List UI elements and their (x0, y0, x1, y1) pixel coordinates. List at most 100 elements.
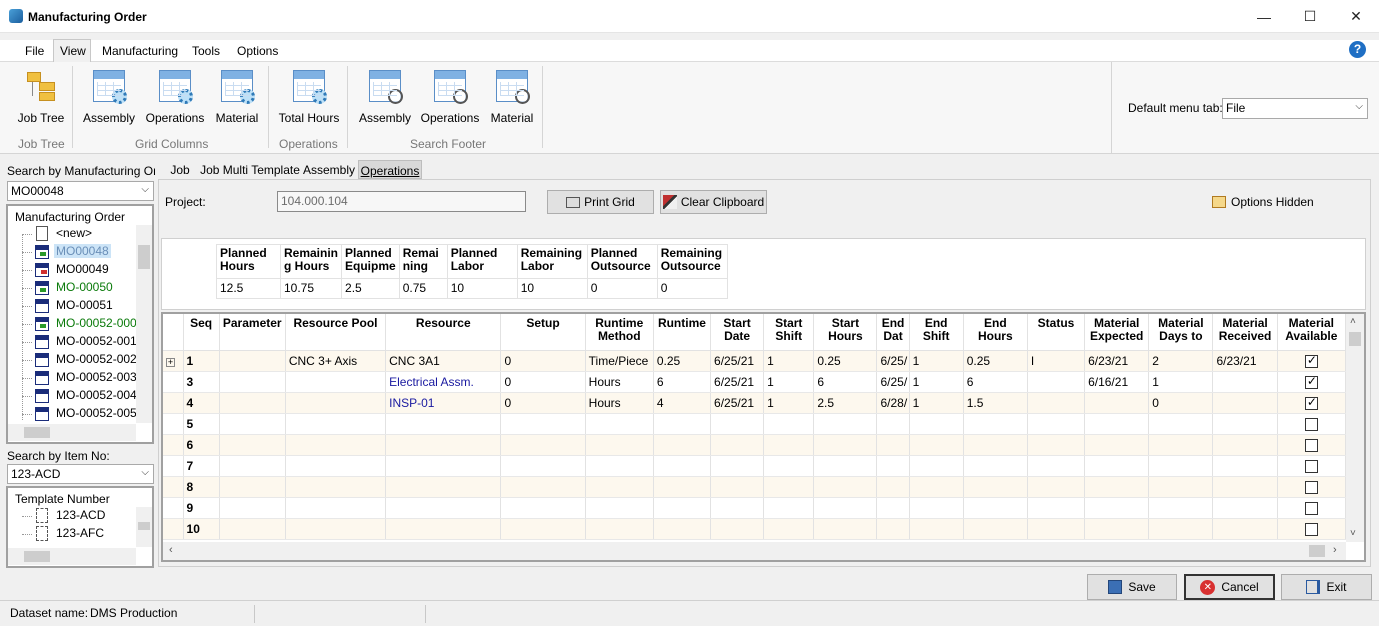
grid-cell-end-date[interactable] (876, 413, 910, 435)
grid-assembly-button[interactable]: Assembly (82, 70, 136, 125)
material-available-checkbox[interactable] (1304, 374, 1318, 389)
table-row[interactable]: 10 (163, 518, 1347, 540)
mo-tree-item[interactable]: MO-00052-003 (54, 370, 139, 384)
grid-cell-runtime[interactable] (653, 413, 712, 435)
grid-cell-start-date[interactable] (710, 497, 765, 519)
grid-cell-setup[interactable] (500, 518, 586, 540)
grid-cell-mat-received[interactable] (1212, 518, 1278, 540)
grid-cell-method[interactable] (585, 497, 654, 519)
material-available-checkbox[interactable] (1304, 395, 1318, 410)
grid-cell-method[interactable] (585, 518, 654, 540)
grid-cell-start-hours[interactable] (813, 476, 878, 498)
table-row[interactable]: 6 (163, 434, 1347, 456)
mo-tree-item[interactable]: MO-00052-002 (54, 352, 139, 366)
row-expander[interactable]: + (163, 350, 184, 372)
mo-tree-item[interactable]: MO-00052-005 (54, 406, 139, 420)
grid-cell-end-hours[interactable] (963, 413, 1028, 435)
grid-cell-setup[interactable] (500, 434, 586, 456)
grid-cell-pool[interactable] (285, 434, 387, 456)
table-row[interactable]: 8 (163, 476, 1347, 498)
tab-assembly[interactable]: Assembly (302, 160, 356, 179)
grid-cell-mat-received[interactable] (1212, 434, 1278, 456)
grid-cell-mat-received[interactable] (1212, 371, 1278, 393)
project-field[interactable]: 104.000.104 (277, 191, 526, 212)
grid-cell-start-shift[interactable] (763, 413, 815, 435)
grid-cell-mat-days[interactable] (1148, 455, 1214, 477)
grid-cell-end-shift[interactable]: 1 (909, 371, 964, 393)
menu-view[interactable]: View (53, 39, 91, 62)
grid-cell-resource[interactable]: INSP-01 (385, 392, 502, 414)
job-tree-button[interactable]: Job Tree (14, 70, 68, 125)
grid-cell-start-date[interactable] (710, 476, 765, 498)
footer-material-button[interactable]: Material (487, 70, 537, 125)
grid-column-header[interactable]: Runtime Method (585, 314, 654, 351)
footer-assembly-button[interactable]: Assembly (358, 70, 412, 125)
mo-tree-item[interactable]: <new> (54, 226, 94, 240)
grid-cell-mat-expected[interactable] (1084, 392, 1150, 414)
grid-cell-end-date[interactable]: 6/25/ (876, 350, 910, 372)
grid-cell-runtime[interactable]: 6 (653, 371, 712, 393)
grid-cell-setup[interactable] (500, 413, 586, 435)
scroll-thumb[interactable] (1349, 332, 1361, 346)
grid-cell-end-hours[interactable] (963, 434, 1028, 456)
grid-cell-pool[interactable] (285, 497, 387, 519)
grid-cell-resource[interactable] (385, 518, 502, 540)
grid-column-header[interactable]: Resource (385, 314, 502, 351)
grid-column-header[interactable]: End Hours (963, 314, 1028, 351)
grid-cell-runtime[interactable] (653, 518, 712, 540)
grid-cell-parameter[interactable] (219, 392, 286, 414)
grid-cell-pool[interactable] (285, 518, 387, 540)
grid-cell-pool[interactable] (285, 371, 387, 393)
grid-cell-resource[interactable] (385, 476, 502, 498)
grid-cell-end-date[interactable] (876, 434, 910, 456)
grid-cell-end-shift[interactable] (909, 476, 964, 498)
grid-column-header[interactable]: Status (1027, 314, 1086, 351)
menu-manufacturing[interactable]: Manufacturing (102, 44, 178, 58)
mo-tree-item[interactable]: MO-00051 (54, 298, 115, 312)
grid-cell-end-hours[interactable]: 1.5 (963, 392, 1028, 414)
chevron-left-icon[interactable]: ‹ (169, 544, 173, 556)
grid-column-header[interactable]: Runtime (653, 314, 712, 351)
options-hidden-button[interactable]: Options Hidden (1212, 195, 1314, 209)
cancel-button[interactable]: ✕ Cancel (1184, 574, 1275, 600)
grid-cell-end-shift[interactable] (909, 518, 964, 540)
grid-cell-parameter[interactable] (219, 497, 286, 519)
menu-options[interactable]: Options (237, 44, 278, 58)
grid-cell-end-date[interactable] (876, 476, 910, 498)
template-item[interactable]: 123-ACD (56, 508, 105, 522)
grid-cell-seq[interactable]: 7 (183, 455, 220, 477)
scroll-thumb[interactable] (138, 522, 150, 530)
grid-cell-start-hours[interactable]: 0.25 (813, 350, 878, 372)
mo-tree-item[interactable]: MO-00052-000 (54, 316, 139, 330)
scroll-thumb[interactable] (138, 245, 150, 269)
grid-cell-method[interactable] (585, 476, 654, 498)
grid-cell-start-hours[interactable] (813, 518, 878, 540)
grid-cell-start-date[interactable] (710, 413, 765, 435)
table-row[interactable]: 7 (163, 455, 1347, 477)
expand-icon[interactable]: + (166, 357, 175, 367)
grid-cell-runtime[interactable] (653, 434, 712, 456)
mo-vertical-scrollbar[interactable] (136, 225, 152, 423)
grid-cell-mat-days[interactable] (1148, 413, 1214, 435)
grid-cell-mat-days[interactable]: 0 (1148, 392, 1214, 414)
grid-cell-mat-days[interactable] (1148, 518, 1214, 540)
grid-cell-start-shift[interactable] (763, 497, 815, 519)
exit-button[interactable]: Exit (1281, 574, 1372, 600)
grid-cell-runtime[interactable] (653, 455, 712, 477)
grid-cell-runtime[interactable]: 4 (653, 392, 712, 414)
grid-cell-status[interactable] (1027, 413, 1086, 435)
grid-cell-runtime[interactable] (653, 497, 712, 519)
mo-tree-item[interactable]: MO-00052-001 (54, 334, 139, 348)
grid-column-header[interactable]: Start Date (710, 314, 765, 351)
grid-cell-pool[interactable] (285, 392, 387, 414)
grid-cell-status[interactable] (1027, 497, 1086, 519)
grid-cell-end-date[interactable] (876, 518, 910, 540)
grid-cell-status[interactable] (1027, 476, 1086, 498)
grid-cell-start-shift[interactable] (763, 518, 815, 540)
grid-cell-end-shift[interactable] (909, 455, 964, 477)
grid-cell-start-hours[interactable] (813, 413, 878, 435)
grid-cell-start-hours[interactable] (813, 434, 878, 456)
grid-cell-end-hours[interactable] (963, 455, 1028, 477)
grid-cell-seq[interactable]: 9 (183, 497, 220, 519)
grid-cell-end-hours[interactable] (963, 497, 1028, 519)
